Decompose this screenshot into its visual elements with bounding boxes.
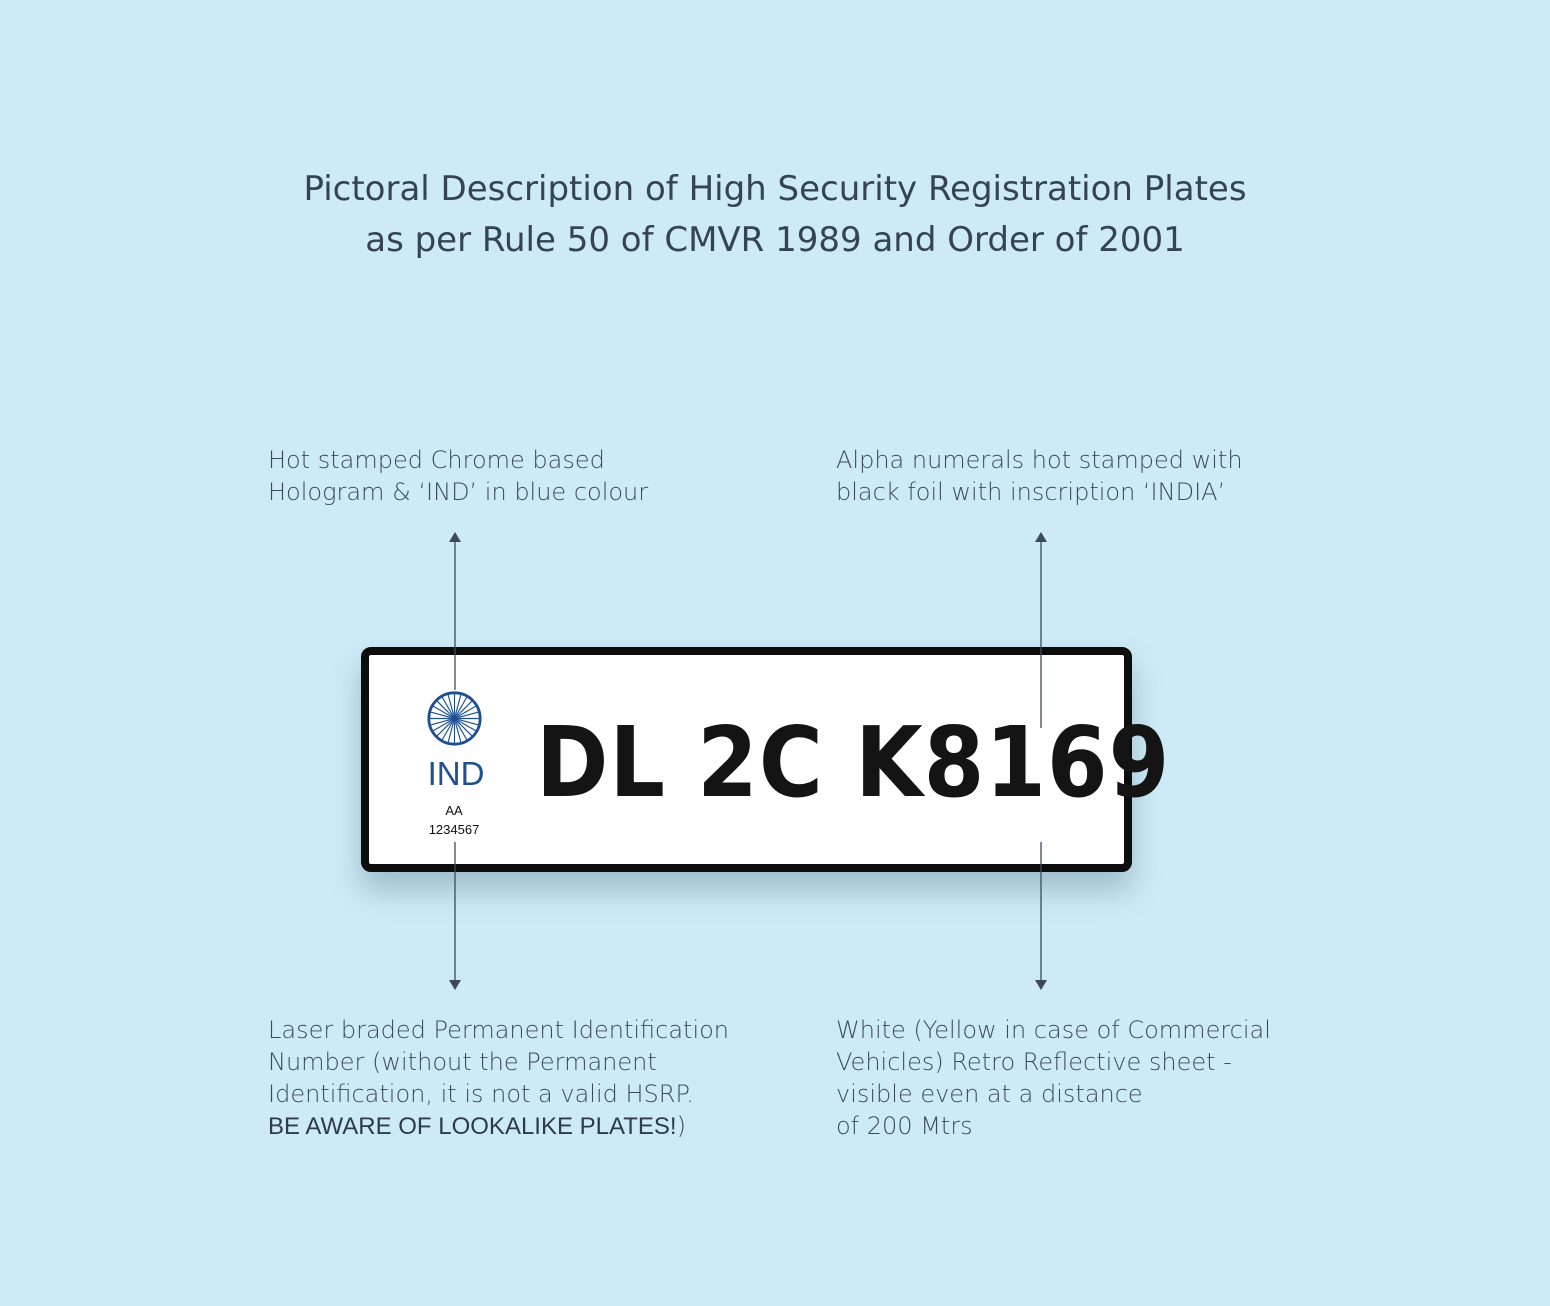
pin-series: AA: [445, 803, 463, 818]
diagram-title-line-1: Pictoral Description of High Security Re…: [303, 169, 1247, 209]
diagram-title: Pictoral Description of High Security Re…: [0, 164, 1550, 266]
chakra-spoke: [436, 700, 453, 717]
note-reflective-sheet-line-2: Vehicles) Retro Reflective sheet -: [836, 1048, 1232, 1076]
registration-number: DL 2C K8169: [536, 706, 1171, 819]
chakra-spoke: [456, 700, 473, 717]
note-reflective-sheet-line-4: of 200 Mtrs: [836, 1112, 973, 1140]
lookalike-warning: BE AWARE OF LOOKALIKE PLATES!: [268, 1113, 677, 1140]
note-permanent-id-line-2: Number (without the Permanent: [268, 1048, 657, 1076]
note-alpha-numerals-line-2: black foil with inscription ‘INDIA’: [836, 478, 1226, 506]
note-permanent-id: Laser braded Permanent Identification Nu…: [268, 1014, 729, 1143]
chakra-spoke: [436, 720, 453, 737]
note-hologram: Hot stamped Chrome based Hologram & ‘IND…: [268, 444, 648, 508]
note-permanent-id-line-1: Laser braded Permanent Identification: [268, 1016, 730, 1044]
note-permanent-id-closing: ): [676, 1112, 686, 1140]
note-permanent-id-line-3: Identification, it is not a valid HSRP.: [268, 1080, 694, 1108]
country-code: IND: [427, 755, 485, 792]
note-reflective-sheet: White (Yellow in case of Commercial Vehi…: [836, 1014, 1271, 1142]
note-reflective-sheet-line-3: visible even at a distance: [836, 1080, 1143, 1108]
note-permanent-id-line-4: BE AWARE OF LOOKALIKE PLATES!): [268, 1110, 729, 1143]
note-reflective-sheet-line-1: White (Yellow in case of Commercial: [836, 1016, 1271, 1044]
note-hologram-line-1: Hot stamped Chrome based: [268, 446, 605, 474]
chakra-spoke: [456, 720, 473, 737]
note-hologram-line-2: Hologram & ‘IND’ in blue colour: [268, 478, 649, 506]
diagram-title-line-2: as per Rule 50 of CMVR 1989 and Order of…: [365, 220, 1185, 260]
permanent-identification-number: 1234567: [428, 822, 480, 837]
note-alpha-numerals: Alpha numerals hot stamped with black fo…: [836, 444, 1243, 508]
ashoka-chakra-icon: [427, 691, 482, 746]
note-alpha-numerals-line-1: Alpha numerals hot stamped with: [836, 446, 1243, 474]
